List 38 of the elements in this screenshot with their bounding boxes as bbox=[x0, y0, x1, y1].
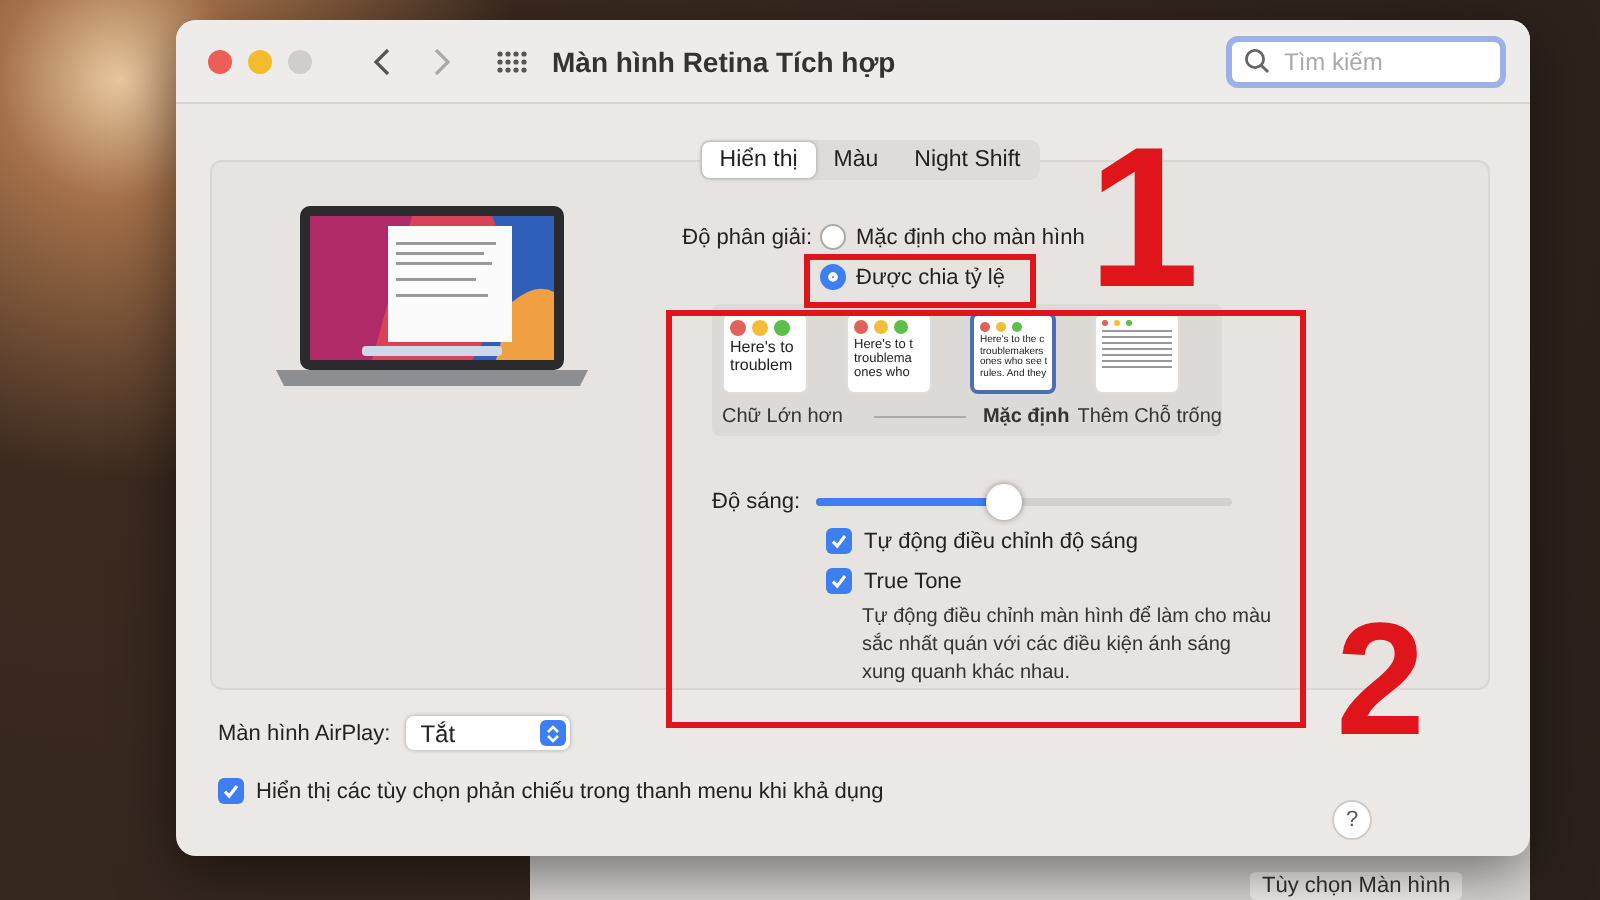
grid-icon[interactable] bbox=[496, 49, 528, 73]
annotation-number: 2 bbox=[1336, 620, 1425, 739]
resolution-option[interactable]: Mặc định cho màn hình bbox=[820, 224, 1085, 250]
tab[interactable]: Hiển thị bbox=[701, 142, 816, 178]
window-title: Màn hình Retina Tích hợp bbox=[552, 45, 896, 77]
tab[interactable]: Night Shift bbox=[896, 142, 1039, 178]
radio-button[interactable] bbox=[820, 224, 846, 250]
scale-label: Thêm Chỗ trống bbox=[1077, 406, 1222, 428]
back-icon[interactable] bbox=[372, 45, 392, 77]
annotation-number: 1 bbox=[1088, 144, 1200, 292]
checkbox-label: Hiển thị các tùy chọn phản chiếu trong thanh menu khi khả dụng bbox=[256, 779, 884, 803]
display-options-button[interactable]: Tùy chọn Màn hình bbox=[1250, 872, 1463, 900]
brightness-slider[interactable] bbox=[816, 484, 1233, 520]
scale-thumbnail[interactable]: Here's to troublem bbox=[722, 312, 808, 394]
checkbox[interactable] bbox=[218, 778, 244, 804]
checkbox-label: Tự động điều chỉnh độ sáng bbox=[864, 529, 1139, 553]
search-icon bbox=[1244, 48, 1270, 74]
resolution-option[interactable]: Được chia tỷ lệ bbox=[820, 264, 1085, 290]
scale-thumbnail[interactable] bbox=[1094, 312, 1180, 394]
stepper-icon bbox=[540, 720, 567, 746]
close-button[interactable] bbox=[208, 49, 232, 73]
scale-label: Mặc định bbox=[982, 406, 1070, 428]
checkbox[interactable] bbox=[826, 528, 852, 554]
checkbox-label: True Tone bbox=[864, 569, 962, 593]
true-tone-description: Tự động điều chỉnh màn hình để làm cho màu sắc nhất quán với các điều kiện ánh sáng xung quanh khác nhau. bbox=[862, 604, 1272, 688]
search-input[interactable]: Tìm kiếm bbox=[1280, 45, 1480, 77]
airplay-label: Màn hình AirPlay: bbox=[218, 721, 391, 745]
help-button[interactable]: ? bbox=[1332, 800, 1372, 840]
scale-label: Chữ Lớn hơn bbox=[722, 406, 843, 428]
forward-icon[interactable] bbox=[432, 45, 452, 77]
radio-button[interactable] bbox=[820, 264, 846, 290]
brightness-label: Độ sáng: bbox=[712, 490, 801, 514]
slider-thumb[interactable] bbox=[985, 484, 1022, 520]
resolution-label: Độ phân giải: bbox=[680, 224, 812, 254]
tab[interactable]: Màu bbox=[815, 142, 897, 178]
search-field[interactable]: Tìm kiếm bbox=[1226, 35, 1506, 87]
checkbox[interactable] bbox=[826, 568, 852, 594]
airplay-dropdown[interactable]: Tắt bbox=[406, 716, 571, 750]
